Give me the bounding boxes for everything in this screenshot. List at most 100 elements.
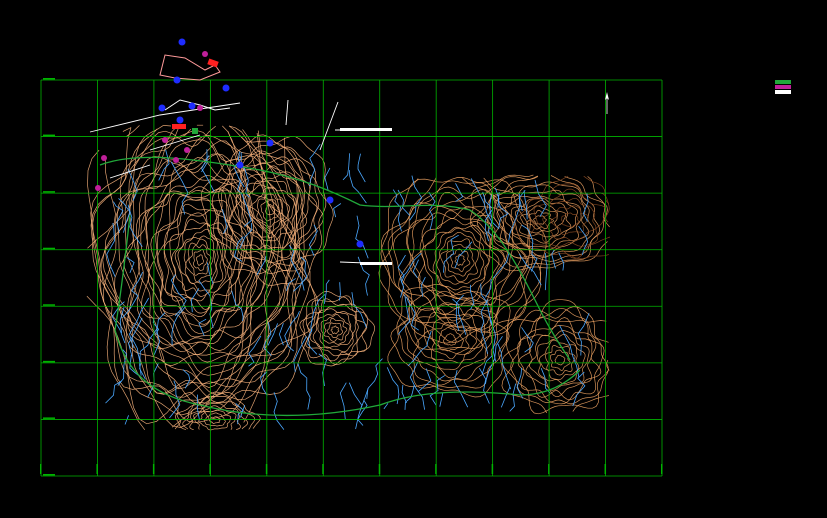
benchmark-icon — [162, 137, 168, 143]
contour-line — [174, 223, 224, 297]
contour-line — [123, 153, 276, 367]
survey-point-icon — [356, 240, 364, 248]
drainage-line — [366, 358, 383, 399]
grid-tick-label-x — [491, 464, 494, 474]
drainage-line — [355, 215, 369, 259]
grid-tick-label-x — [378, 464, 381, 474]
drainage-line — [297, 362, 311, 410]
grid-tick-label-y — [43, 134, 55, 137]
grid-tick-label-y — [43, 417, 55, 419]
drainage-line — [318, 353, 327, 387]
grid-tick-label-x — [209, 464, 211, 474]
drainage-line — [124, 415, 129, 425]
drainage-line — [260, 371, 268, 396]
legend-box — [775, 80, 791, 94]
drainage-line — [273, 392, 285, 430]
contour-line — [402, 192, 521, 326]
grid-tick-label-y — [43, 191, 55, 193]
grid-tick-label-x — [152, 464, 155, 474]
annotation-leader — [109, 164, 151, 179]
drainage-line — [428, 191, 436, 230]
drainage-line — [357, 153, 366, 183]
drainage-line — [196, 394, 200, 421]
grid-tick-label-y — [43, 78, 55, 80]
contour-line — [517, 317, 602, 401]
contour-line — [527, 183, 611, 259]
drainage-line — [278, 323, 284, 346]
contour-line — [421, 218, 500, 302]
annotation-label — [360, 262, 392, 265]
benchmark-icon — [95, 185, 101, 191]
benchmark-icon — [184, 147, 190, 153]
drainage-line — [497, 343, 512, 390]
contour-line — [86, 125, 320, 425]
drainage-line — [231, 290, 244, 322]
grid-tick-label-y — [43, 247, 55, 250]
benchmark-icon — [197, 105, 203, 111]
drainage-line — [544, 253, 548, 291]
benchmark-icon — [202, 51, 208, 57]
topographic-map — [40, 38, 663, 477]
drainage-line — [342, 153, 350, 181]
drainage-line — [359, 388, 369, 411]
legend-swatch-green — [775, 80, 791, 84]
annotation-leader — [285, 99, 289, 126]
drainage-line — [439, 392, 444, 407]
survey-point-icon — [266, 139, 274, 147]
grid-tick-label-x — [265, 464, 268, 474]
drainage-line — [401, 384, 407, 404]
grid-tick-label-x — [604, 464, 607, 474]
grid-tick-label-x — [435, 464, 437, 474]
survey-point-icon — [326, 196, 334, 204]
drainage-line — [351, 292, 367, 328]
legend-swatch-magenta — [775, 85, 791, 89]
drainage-line — [338, 282, 341, 301]
drainage-line — [407, 330, 432, 367]
survey-point-icon — [222, 84, 230, 92]
drainage-line — [429, 375, 446, 406]
contour-line — [443, 333, 457, 346]
benchmark-icon — [101, 155, 107, 161]
coordinate-grid — [40, 78, 663, 477]
contour-line — [196, 254, 204, 266]
grid-tick-label-x — [322, 464, 324, 474]
survey-point-icon — [176, 116, 184, 124]
annotation-label — [340, 128, 392, 131]
grid-tick-label-x — [40, 464, 42, 474]
drainage-line — [119, 306, 125, 334]
drainage-line — [349, 170, 367, 204]
contour-line — [326, 322, 344, 338]
contour-line — [554, 354, 566, 366]
survey-point-icon — [173, 76, 181, 84]
contour-line — [185, 238, 214, 283]
drainage-line — [383, 403, 389, 410]
green-marker — [192, 128, 198, 134]
red-marker — [207, 58, 219, 68]
grid-tick-label-x — [96, 464, 98, 474]
contour-line — [436, 231, 485, 285]
cad-map-viewport[interactable] — [0, 0, 827, 514]
grid-tick-label-y — [43, 474, 55, 476]
red-marker — [172, 124, 186, 129]
drainage-line — [577, 312, 590, 356]
annotation-leader — [319, 101, 339, 151]
contour-line — [550, 349, 571, 371]
grid-tick-label-y — [43, 360, 55, 363]
drainage-line — [500, 386, 511, 408]
survey-point-icon — [158, 104, 166, 112]
drainage-line — [127, 204, 143, 247]
contour-line — [193, 248, 208, 271]
drainage-line — [308, 224, 318, 257]
drainage-line — [126, 257, 135, 274]
drainage-line — [324, 167, 331, 191]
survey-point-icon — [236, 161, 244, 169]
drainage-line — [409, 175, 423, 221]
contour-line — [193, 405, 237, 430]
benchmark-icon — [173, 157, 179, 163]
drainage-line — [339, 382, 347, 420]
drainage-line — [516, 367, 524, 399]
contour-line — [517, 317, 605, 405]
contour-line — [330, 325, 340, 335]
contour-line — [538, 339, 580, 381]
grid-tick-label-x — [661, 464, 663, 474]
